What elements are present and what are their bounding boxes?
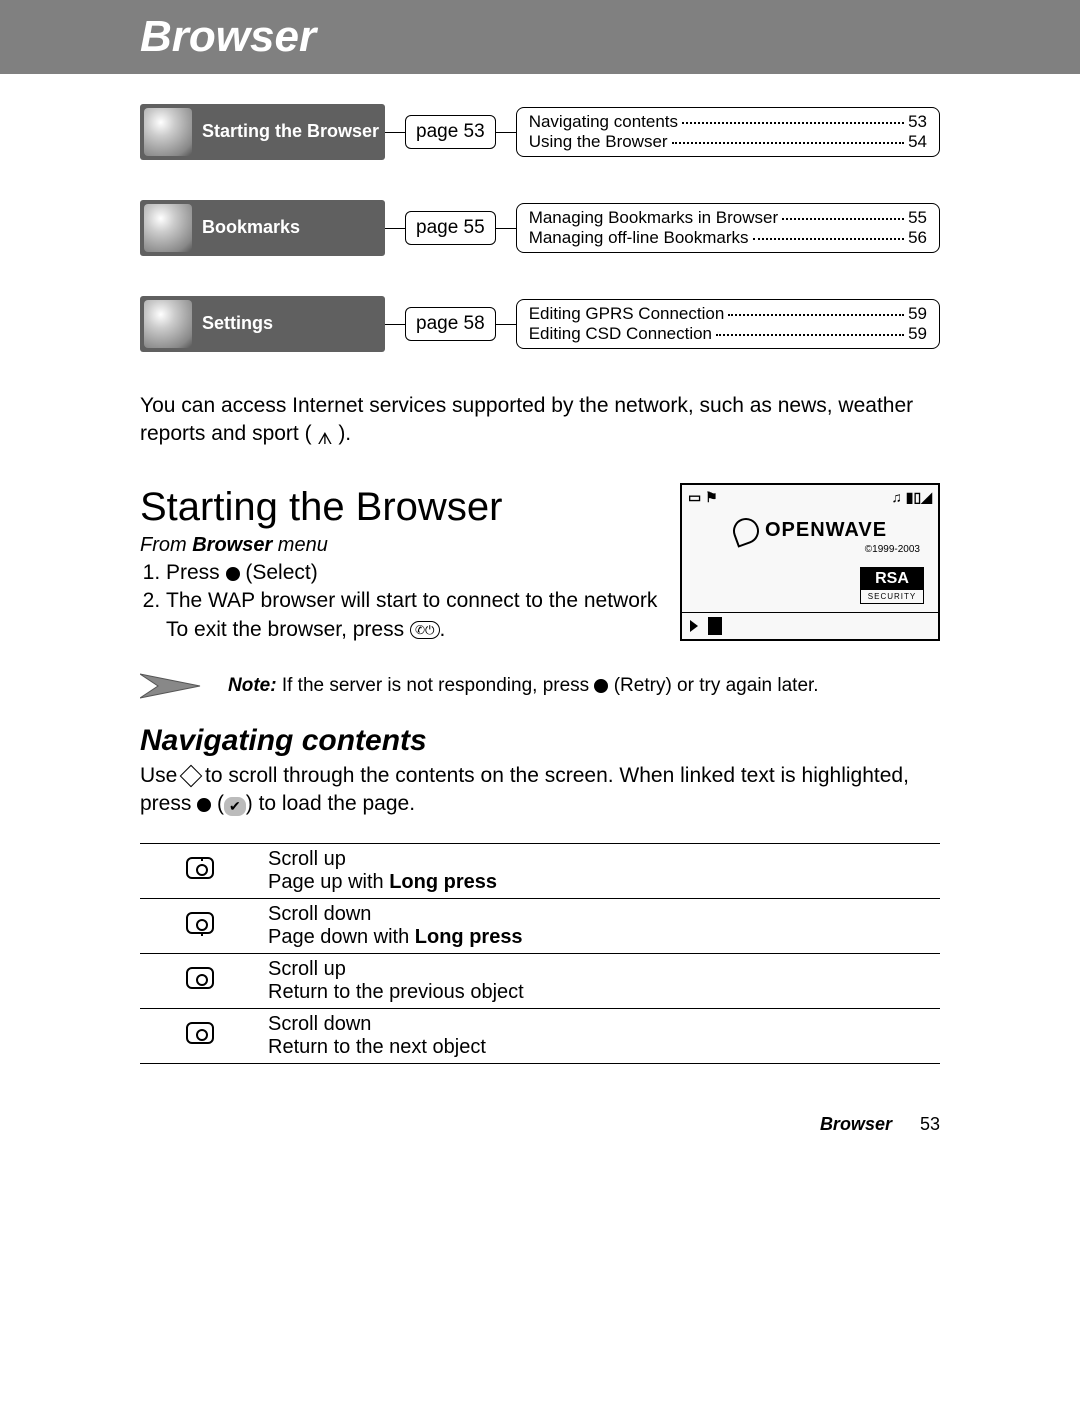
sub-page: 59 bbox=[908, 304, 927, 324]
connector-line bbox=[385, 132, 405, 133]
page-title: Browser bbox=[140, 12, 316, 61]
table-row: Scroll down Return to the next object bbox=[140, 1008, 940, 1063]
topic-label: Bookmarks bbox=[202, 218, 300, 238]
footer-section: Browser bbox=[820, 1114, 892, 1135]
step-1: Press (Select) bbox=[166, 559, 660, 587]
action-line: Scroll up bbox=[268, 848, 932, 871]
sub-page: 56 bbox=[908, 228, 927, 248]
select-button-icon bbox=[594, 679, 608, 693]
copyright-text: ©1999-2003 bbox=[688, 544, 932, 555]
end-key-icon: ✆⏻ bbox=[410, 621, 440, 639]
footer-page-number: 53 bbox=[920, 1114, 940, 1135]
page-ref: page 58 bbox=[405, 307, 496, 341]
phone-softkey-bar bbox=[682, 612, 938, 639]
sub-name: Managing Bookmarks in Browser bbox=[529, 208, 778, 228]
up-key-icon bbox=[186, 857, 214, 879]
navigation-table: Scroll up Page up with Long press Scroll… bbox=[140, 843, 940, 1064]
topic-box: Settings bbox=[140, 296, 385, 352]
page-ref: page 53 bbox=[405, 115, 496, 149]
action-line: Page down with bbox=[268, 926, 415, 948]
globe-icon bbox=[144, 300, 192, 348]
globe-icon bbox=[144, 108, 192, 156]
down-key-icon bbox=[186, 912, 214, 934]
connector-line bbox=[385, 324, 405, 325]
topic-bookmarks: Bookmarks page 55 Managing Bookmarks in … bbox=[140, 200, 940, 256]
sub-topics: Editing GPRS Connection 59 Editing CSD Co… bbox=[516, 299, 940, 349]
section-title-starting: Starting the Browser bbox=[140, 485, 660, 530]
check-icon: ✔ bbox=[224, 797, 246, 816]
right-key-icon bbox=[186, 1022, 214, 1044]
table-row: Scroll up Return to the previous object bbox=[140, 953, 940, 1008]
page-footer: Browser 53 bbox=[0, 1084, 1080, 1155]
action-line: Scroll up bbox=[268, 958, 932, 981]
sub-page: 54 bbox=[908, 132, 927, 152]
table-row: Scroll up Page up with Long press bbox=[140, 843, 940, 898]
section-title-navigating: Navigating contents bbox=[140, 724, 940, 758]
connector-line bbox=[496, 228, 516, 229]
action-line: Scroll down bbox=[268, 903, 932, 926]
connector-line bbox=[385, 228, 405, 229]
action-line: Scroll down bbox=[268, 1013, 932, 1036]
sub-topics: Managing Bookmarks in Browser 55 Managing… bbox=[516, 203, 940, 253]
topic-box: Bookmarks bbox=[140, 200, 385, 256]
topic-box: Starting the Browser bbox=[140, 104, 385, 160]
cursor-icon bbox=[708, 617, 722, 635]
play-icon bbox=[690, 620, 698, 632]
sub-name: Managing off-line Bookmarks bbox=[529, 228, 749, 248]
sub-name: Editing CSD Connection bbox=[529, 324, 712, 344]
action-line: Return to the next object bbox=[268, 1036, 486, 1058]
page-ref: page 55 bbox=[405, 211, 496, 245]
antenna-person-icon: ᗑ bbox=[317, 429, 332, 451]
sub-page: 59 bbox=[908, 324, 927, 344]
navigating-text: Use to scroll through the contents on th… bbox=[140, 762, 940, 819]
sub-page: 53 bbox=[908, 112, 927, 132]
intro-text: You can access Internet services support… bbox=[140, 392, 940, 451]
topic-starting-browser: Starting the Browser page 53 Navigating … bbox=[140, 104, 940, 160]
swirl-icon bbox=[729, 514, 762, 547]
left-key-icon bbox=[186, 967, 214, 989]
table-row: Scroll down Page down with Long press bbox=[140, 898, 940, 953]
openwave-logo: OPENWAVE bbox=[688, 518, 932, 544]
note: Note: If the server is not responding, p… bbox=[140, 668, 940, 704]
step-2: The WAP browser will start to connect to… bbox=[166, 587, 660, 644]
topic-settings: Settings page 58 Editing GPRS Connection… bbox=[140, 296, 940, 352]
from-menu: From Browser menu bbox=[140, 534, 660, 557]
note-label: Note: bbox=[228, 675, 277, 696]
sub-name: Navigating contents bbox=[529, 112, 678, 132]
action-line: Page up with bbox=[268, 871, 389, 893]
sub-name: Editing GPRS Connection bbox=[529, 304, 725, 324]
select-button-icon bbox=[197, 798, 211, 812]
phone-status-bar: ▭ ⚑ ♫ ▮▯◢ bbox=[682, 485, 938, 510]
status-left-icons: ▭ ⚑ bbox=[688, 489, 718, 506]
topic-label: Starting the Browser bbox=[202, 122, 379, 142]
status-right-icons: ♫ ▮▯◢ bbox=[891, 489, 932, 506]
sub-topics: Navigating contents 53 Using the Browser 5… bbox=[516, 107, 940, 157]
sub-name: Using the Browser bbox=[529, 132, 668, 152]
page-header: Browser bbox=[0, 0, 1080, 74]
action-line: Return to the previous object bbox=[268, 981, 524, 1003]
sub-page: 55 bbox=[908, 208, 927, 228]
note-arrow-icon bbox=[140, 668, 212, 704]
phone-screenshot: ▭ ⚑ ♫ ▮▯◢ OPENWAVE ©1999-2003 RSA SECURI… bbox=[680, 483, 940, 641]
connector-line bbox=[496, 324, 516, 325]
steps-list: Press (Select) The WAP browser will star… bbox=[140, 559, 660, 644]
connector-line bbox=[496, 132, 516, 133]
globe-icon bbox=[144, 204, 192, 252]
rsa-logo: RSA SECURITY bbox=[860, 567, 924, 604]
select-button-icon bbox=[226, 567, 240, 581]
topic-label: Settings bbox=[202, 314, 273, 334]
